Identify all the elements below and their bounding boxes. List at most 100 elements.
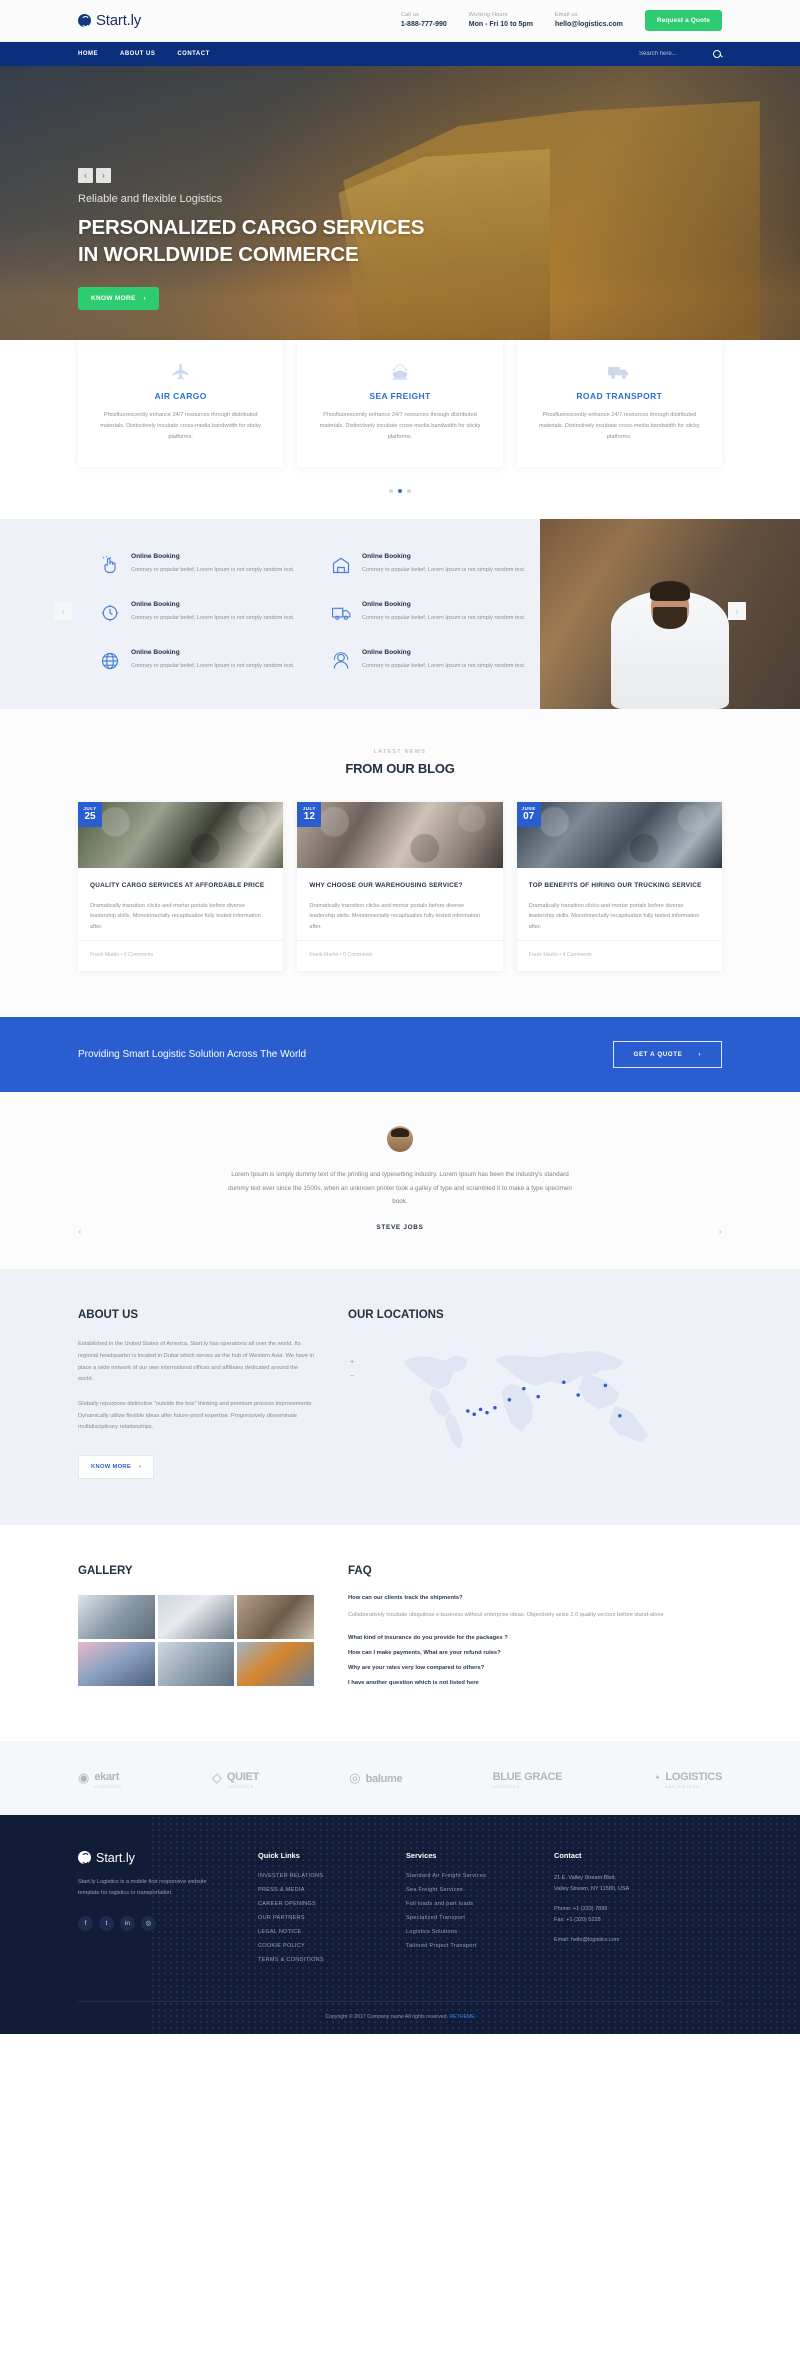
testimonial-section: ‹ › Lorem Ipsum is simply dummy text of …: [0, 1092, 800, 1270]
blog-card[interactable]: JULY 12 WHY CHOOSE OUR WAREHOUSING SERVI…: [297, 801, 503, 972]
nav-items: HOME ABOUT US CONTACT: [78, 51, 210, 57]
feature-title: Online Booking: [131, 552, 180, 560]
blog-post-title[interactable]: TOP BENEFITS OF HIRING OUR TRUCKING SERV…: [529, 881, 710, 892]
copyright-link[interactable]: RETHEME: [449, 2014, 474, 2020]
hero-know-more-button[interactable]: KNOW MORE ›: [78, 286, 160, 310]
working-hours-value: Mon - Fri 10 to 5pm: [468, 20, 533, 28]
faq-question-5[interactable]: I have another question which is not lis…: [348, 1680, 722, 1686]
footer-link-career-openings[interactable]: CAREER OPENINGS: [258, 1901, 376, 1907]
partner-logo-logistics-fintech[interactable]: ◔ LOGISTICS AND FINTECH: [652, 1767, 723, 1789]
partner-subtitle: LOGISTICS: [94, 1784, 122, 1789]
search-icon[interactable]: [713, 49, 722, 59]
about-know-more-button[interactable]: KNOW MORE ›: [78, 1454, 155, 1479]
warehouse-icon: [331, 553, 353, 579]
footer-link-logistics-solutions[interactable]: Logistics Solutions: [406, 1929, 524, 1935]
footer-link-our-partners[interactable]: OUR PARTNERS: [258, 1915, 376, 1921]
partner-logo-blue-grace[interactable]: BLUE GRACE LOGISTICS: [493, 1767, 563, 1789]
locations-block: OUR LOCATIONS + −: [348, 1309, 722, 1479]
blog-body: TOP BENEFITS OF HIRING OUR TRUCKING SERV…: [517, 868, 722, 933]
nav-item-contact[interactable]: CONTACT: [177, 51, 209, 57]
linkedin-icon[interactable]: in: [120, 1915, 135, 1931]
services-prev-button[interactable]: ‹: [54, 602, 72, 620]
about-know-more-label: KNOW MORE: [91, 1463, 132, 1470]
footer-logo[interactable]: Start.ly: [78, 1851, 228, 1865]
blog-card[interactable]: JUNE 07 TOP BENEFITS OF HIRING OUR TRUCK…: [516, 801, 722, 972]
gallery-grid: [78, 1594, 314, 1686]
service-card-road-transport[interactable]: ROAD TRANSPORT Phosfluorescently enhance…: [516, 340, 722, 467]
map-zoom-in-button[interactable]: +: [350, 1359, 354, 1366]
pagination-dot[interactable]: [389, 488, 393, 493]
blog-card[interactable]: JULY 25 QUALITY CARGO SERVICES AT AFFORD…: [78, 801, 284, 972]
get-a-quote-button[interactable]: GET A QUOTE ›: [612, 1041, 722, 1069]
gallery-image[interactable]: [78, 1641, 155, 1686]
ship-icon: [311, 362, 488, 382]
nav-item-home[interactable]: HOME: [78, 51, 98, 57]
gallery-image[interactable]: [237, 1641, 314, 1686]
footer-brand-name: Start.ly: [96, 1850, 135, 1865]
faq-block: FAQ How can our clients track the shipme…: [348, 1565, 722, 1695]
globe-icon: [78, 14, 91, 27]
partner-logo-ekart[interactable]: ◉ ekart LOGISTICS: [78, 1767, 122, 1789]
pagination-dot[interactable]: [407, 488, 411, 493]
testimonial-prev-button[interactable]: ‹: [78, 1226, 82, 1238]
site-footer: Start.ly Start.ly Logistics is a mobile …: [0, 1814, 800, 2034]
blog-body: QUALITY CARGO SERVICES AT AFFORDABLE PRI…: [78, 868, 283, 933]
partner-logo-balume[interactable]: ◎ balume: [349, 1769, 402, 1787]
services-section: ‹ › AIR CARGO Phosfluorescently enhance …: [0, 340, 800, 620]
hero-next-button[interactable]: ›: [96, 168, 111, 183]
gallery-image[interactable]: [78, 1594, 155, 1639]
faq-question-3[interactable]: How can I make payments, What are your r…: [348, 1650, 722, 1656]
footer-link-cookie-policy[interactable]: COOKIE POLICY: [258, 1943, 376, 1949]
faq-question-4[interactable]: Why are your rates very low compared to …: [348, 1665, 722, 1671]
footer-link-invester-relations[interactable]: INVESTER RELATIONS: [258, 1873, 376, 1879]
service-card-air-cargo[interactable]: AIR CARGO Phosfluorescently enhance 24/7…: [78, 340, 284, 467]
blog-date-badge: JULY 25: [78, 801, 102, 827]
hero-prev-button[interactable]: ‹: [78, 168, 93, 183]
gallery-image[interactable]: [237, 1594, 314, 1639]
person-beard: [653, 606, 687, 629]
footer-link-terms-conditions[interactable]: TERMS & CONDITIONS: [258, 1957, 376, 1963]
facebook-icon[interactable]: f: [78, 1915, 93, 1931]
partner-logos: ◉ ekart LOGISTICS ◇ QUIET LOGISTICS ◎ ba…: [0, 1740, 800, 1815]
blog-date-badge: JUNE 07: [516, 801, 541, 827]
features-section: Online Booking Contrary to popular belie…: [0, 518, 800, 709]
twitter-icon[interactable]: t: [99, 1915, 114, 1931]
pagination-dot-active[interactable]: [398, 488, 402, 493]
footer-column-title: Contact: [554, 1850, 582, 1860]
partner-subtitle: LOGISTICS: [492, 1784, 520, 1789]
partner-subtitle: AND FINTECH: [665, 1784, 700, 1789]
footer-link-press-media[interactable]: PRESS & MEDIA: [258, 1887, 376, 1893]
services-next-button[interactable]: ›: [728, 602, 746, 620]
world-map[interactable]: + −: [348, 1339, 722, 1459]
footer-link-full-part-loads[interactable]: Full loads and part loads: [406, 1901, 524, 1907]
partner-name: LOGISTICS: [665, 1770, 722, 1783]
faq-question-1[interactable]: How can our clients track the shipments?: [348, 1595, 722, 1601]
dribbble-icon[interactable]: ◎: [141, 1915, 156, 1931]
footer-link-specialized-transport[interactable]: Specialized Transport: [406, 1915, 524, 1921]
service-card-sea-freight[interactable]: SEA FREIGHT Phosfluorescently enhance 24…: [297, 340, 503, 467]
logistics-fintech-mark-icon: ◔: [652, 1770, 661, 1786]
footer-email[interactable]: Email: hello@logistics.com: [554, 1935, 704, 1946]
gallery-image[interactable]: [157, 1641, 235, 1686]
gallery-image[interactable]: [157, 1594, 235, 1639]
map-zoom-out-button[interactable]: −: [350, 1373, 354, 1380]
nav-item-about-us[interactable]: ABOUT US: [120, 51, 155, 57]
site-logo[interactable]: Start.ly: [78, 12, 141, 29]
footer-link-sea-freight[interactable]: Sea Freight Services: [406, 1887, 524, 1893]
partner-logo-quiet[interactable]: ◇ QUIET LOGISTICS: [212, 1767, 259, 1789]
request-quote-button[interactable]: Request a Quote: [644, 10, 722, 31]
blog-post-title[interactable]: QUALITY CARGO SERVICES AT AFFORDABLE PRI…: [90, 881, 271, 892]
service-title: ROAD TRANSPORT: [576, 391, 663, 401]
partner-name: ekart: [94, 1770, 120, 1783]
footer-link-legal-notice[interactable]: LEGAL NOTICE: [258, 1929, 376, 1935]
service-title: AIR CARGO: [154, 391, 207, 401]
blog-post-title[interactable]: WHY CHOOSE OUR WAREHOUSING SERVICE?: [309, 881, 490, 892]
call-us-value: 1-888-777-990: [400, 20, 447, 28]
search-input[interactable]: [639, 51, 689, 57]
footer-link-tailored-project-transport[interactable]: Tailored Project Transport: [406, 1943, 524, 1949]
page-root: Start.ly Call us 1-888-777-990 Working H…: [0, 0, 800, 2034]
testimonial-next-button[interactable]: ›: [718, 1226, 722, 1238]
footer-link-standard-air-freight[interactable]: Standard Air Freight Services: [406, 1873, 524, 1879]
truck-icon: [531, 362, 708, 382]
faq-question-2[interactable]: What kind of insurance do you provide fo…: [348, 1635, 722, 1641]
